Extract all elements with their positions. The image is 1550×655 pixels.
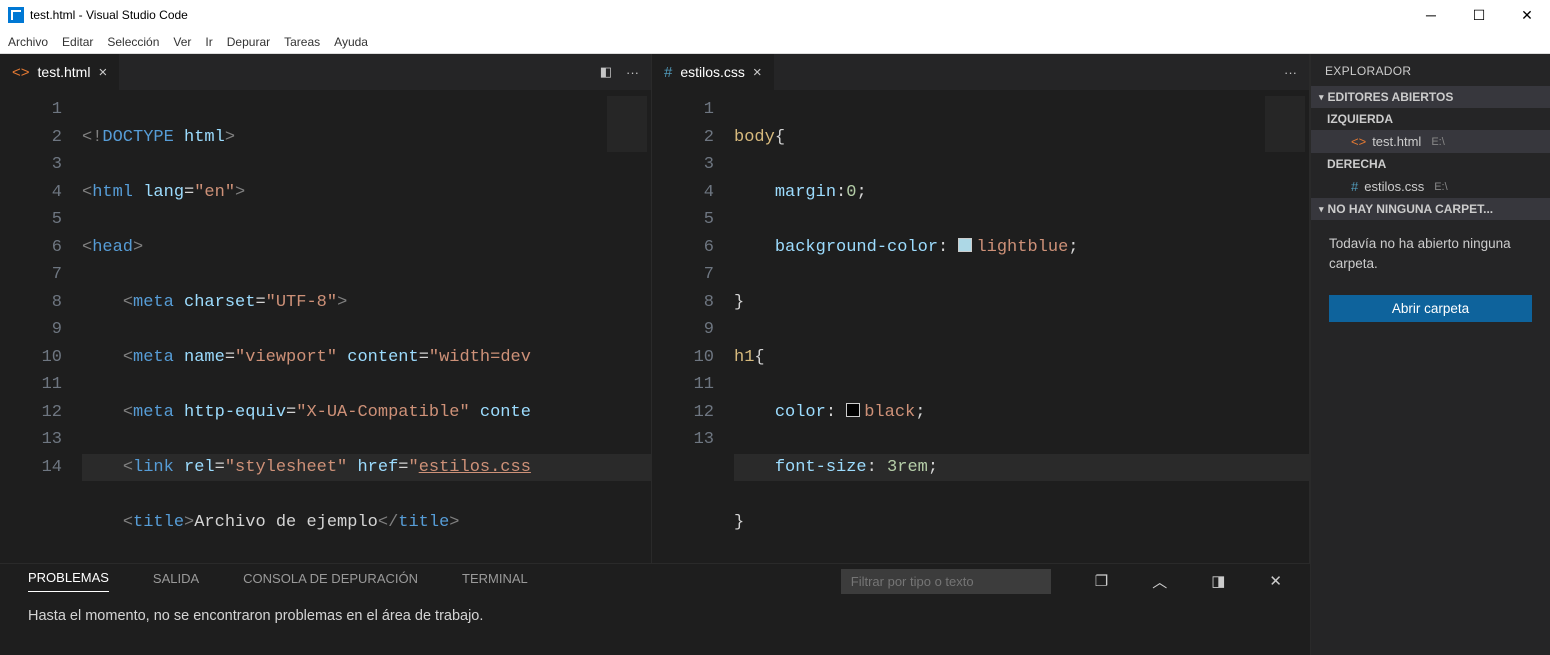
menubar: Archivo Editar Selección Ver Ir Depurar … [0,30,1550,54]
titlebar: test.html - Visual Studio Code ─ ☐ ✕ [0,0,1550,30]
more-actions-icon[interactable]: ··· [626,65,639,80]
minimap-left[interactable] [607,96,647,176]
menu-editar[interactable]: Editar [62,35,93,49]
panel-tab-terminal[interactable]: TERMINAL [462,571,528,592]
tab-label: estilos.css [680,64,745,80]
vscode-logo-icon [8,7,24,23]
menu-ver[interactable]: Ver [173,35,191,49]
explorer-title: EXPLORADOR [1311,54,1550,86]
split-editor-icon[interactable]: ◧ [600,64,612,80]
close-window-button[interactable]: ✕ [1512,7,1542,24]
gutter-right: 12345678910111213 [652,90,734,563]
html-file-icon: <> [12,64,30,81]
menu-ir[interactable]: Ir [205,35,212,49]
menu-ayuda[interactable]: Ayuda [334,35,368,49]
open-editor-estilos-css[interactable]: # estilos.css E:\ [1311,175,1550,198]
panel-tab-salida[interactable]: SALIDA [153,571,199,592]
panel-message: Hasta el momento, no se encontraron prob… [0,598,1310,634]
code-lines-right: body{ margin:0; background-color: lightb… [734,90,1309,563]
menu-seleccion[interactable]: Selección [107,35,159,49]
menu-tareas[interactable]: Tareas [284,35,320,49]
editor-pane-left: <> test.html × ◧ ··· 1234567891011121314… [0,54,652,563]
code-lines-left: <!DOCTYPE html> <html lang="en"> <head> … [82,90,651,563]
html-file-icon: <> [1351,134,1366,149]
collapse-all-icon[interactable]: ❐ [1095,572,1108,590]
code-area-left[interactable]: 1234567891011121314 <!DOCTYPE html> <htm… [0,90,651,563]
section-open-editors[interactable]: ▾ EDITORES ABIERTOS [1311,86,1550,108]
chevron-down-icon: ▾ [1319,204,1324,215]
section-no-folder[interactable]: ▾ NO HAY NINGUNA CARPET... [1311,198,1550,220]
window-title: test.html - Visual Studio Code [30,8,188,22]
panel-tab-consola[interactable]: CONSOLA DE DEPURACIÓN [243,571,418,592]
open-folder-button[interactable]: Abrir carpeta [1329,295,1532,322]
tabbar-right: # estilos.css × ··· [652,54,1309,90]
css-file-icon: # [664,64,672,81]
code-area-right[interactable]: 12345678910111213 body{ margin:0; backgr… [652,90,1309,563]
toggle-panel-icon[interactable]: ◨ [1211,572,1225,590]
color-swatch-lightblue [958,238,972,252]
panel-filter-input[interactable] [841,569,1051,594]
group-left-label: IZQUIERDA [1311,108,1550,130]
window-controls: ─ ☐ ✕ [1416,7,1542,24]
editor-pane-right: # estilos.css × ··· 12345678910111213 bo… [652,54,1310,563]
maximize-button[interactable]: ☐ [1464,7,1494,24]
no-folder-message: Todavía no ha abierto ninguna carpeta. [1311,220,1550,289]
open-editor-test-html[interactable]: <> test.html E:\ [1311,130,1550,153]
color-swatch-black [846,403,860,417]
tabbar-left: <> test.html × ◧ ··· [0,54,651,90]
explorer-panel: EXPLORADOR ▾ EDITORES ABIERTOS IZQUIERDA… [1310,54,1550,655]
minimap-right[interactable] [1265,96,1305,176]
chevron-down-icon: ▾ [1319,92,1324,103]
more-actions-icon[interactable]: ··· [1284,65,1297,80]
close-tab-icon[interactable]: × [98,64,107,81]
chevron-up-icon[interactable]: ︿ [1152,571,1167,592]
bottom-panel: PROBLEMAS SALIDA CONSOLA DE DEPURACIÓN T… [0,563,1310,655]
tab-label: test.html [38,64,91,80]
menu-archivo[interactable]: Archivo [8,35,48,49]
group-right-label: DERECHA [1311,153,1550,175]
menu-depurar[interactable]: Depurar [227,35,270,49]
minimize-button[interactable]: ─ [1416,7,1446,24]
css-file-icon: # [1351,179,1358,194]
panel-tab-problemas[interactable]: PROBLEMAS [28,570,109,592]
close-tab-icon[interactable]: × [753,64,762,81]
close-panel-icon[interactable]: ✕ [1269,572,1282,590]
gutter-left: 1234567891011121314 [0,90,82,563]
tab-estilos-css[interactable]: # estilos.css × [652,54,774,90]
tab-test-html[interactable]: <> test.html × [0,54,119,90]
